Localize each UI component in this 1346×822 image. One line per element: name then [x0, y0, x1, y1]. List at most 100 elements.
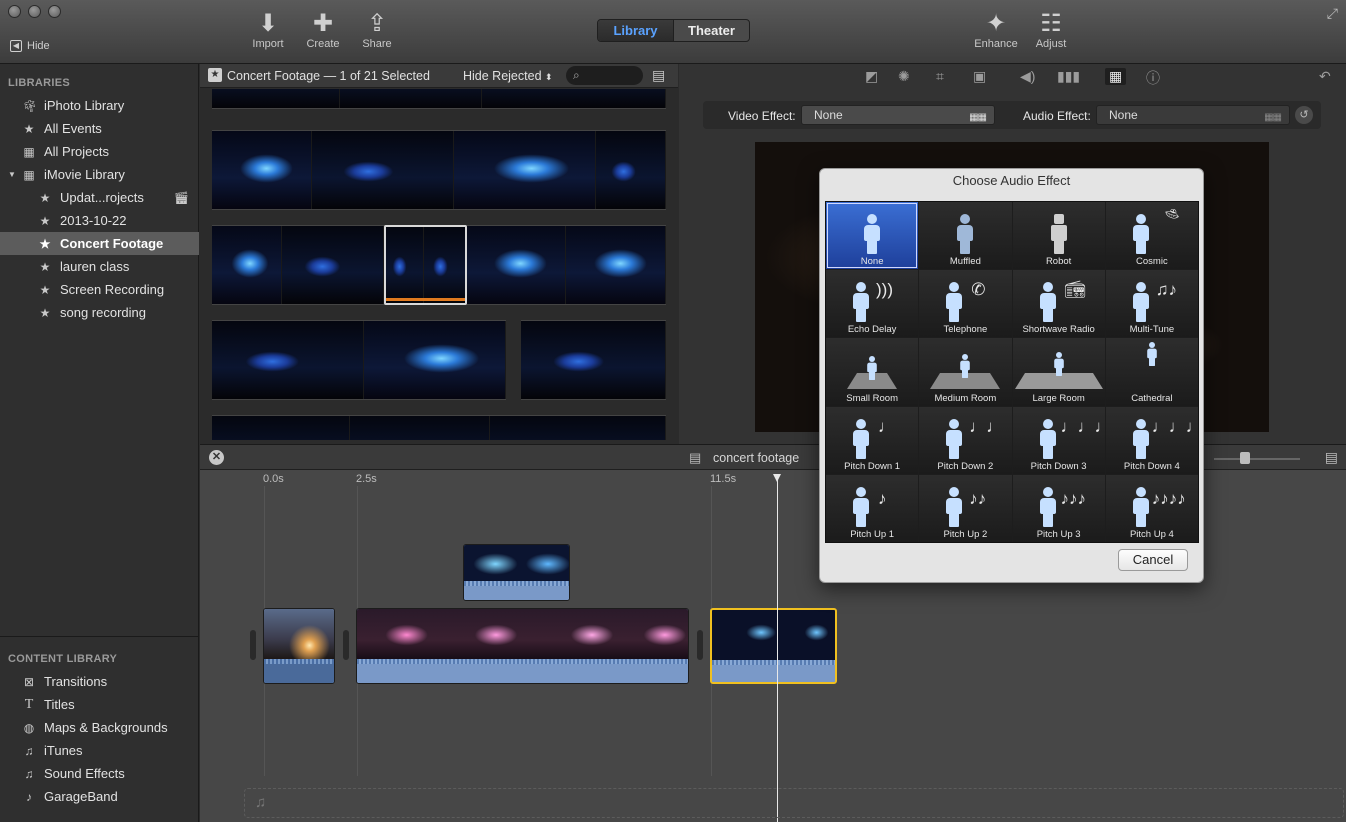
timeline-settings-icon[interactable]: ▤	[1325, 449, 1338, 466]
color-balance-icon[interactable]: ◩	[865, 68, 878, 85]
effect-pitch-up-1[interactable]: ♪ Pitch Up 1	[826, 474, 919, 542]
sidebar-item-garageband[interactable]: ♪ GarageBand	[0, 785, 199, 808]
sidebar-item-song-recording[interactable]: ★ song recording	[0, 301, 199, 324]
zoom-slider-track[interactable]	[1214, 458, 1300, 460]
effect-shortwave-radio[interactable]: 📻︎ Shortwave Radio	[1012, 270, 1105, 338]
effect-small-room[interactable]: Small Room	[826, 338, 919, 406]
color-correction-icon[interactable]: ✺	[898, 68, 910, 85]
sidebar-divider	[0, 636, 199, 637]
person-icon	[851, 486, 871, 529]
close-project-icon[interactable]: ✕	[209, 450, 224, 465]
selected-clip-range[interactable]	[384, 225, 467, 305]
sidebar-item-screen-recording[interactable]: ★ Screen Recording	[0, 278, 199, 301]
zoom-window-button[interactable]	[48, 5, 61, 18]
reset-effect-button[interactable]: ↺	[1295, 106, 1313, 124]
volume-icon[interactable]: ◀)	[1020, 68, 1035, 85]
clip-filmstrip[interactable]	[212, 130, 666, 210]
tab-library[interactable]: Library	[598, 20, 674, 41]
transition-handle[interactable]	[697, 630, 703, 660]
effect-multi-tune[interactable]: ♫♪ Multi-Tune	[1105, 270, 1198, 338]
timeline-clip-selected[interactable]	[710, 608, 837, 684]
import-button[interactable]: ⬇ Import	[238, 10, 298, 50]
fullscreen-icon[interactable]: ⤢	[1327, 5, 1338, 22]
palm-tree-icon: 🌴︎	[22, 98, 38, 113]
sidebar-item-updated-projects[interactable]: ★ Updat...rojects 🎬︎	[0, 186, 199, 209]
sidebar-item-transitions[interactable]: ⊠ Transitions	[0, 670, 199, 693]
close-window-button[interactable]	[8, 5, 21, 18]
clip-filmstrip[interactable]	[212, 89, 666, 109]
info-icon[interactable]: ⓘ	[1146, 68, 1160, 88]
transition-handle[interactable]	[343, 630, 349, 660]
video-effect-picker[interactable]: None ▦▦	[801, 105, 995, 125]
search-field[interactable]: ⌕	[566, 66, 643, 85]
stabilization-icon[interactable]: ▣	[973, 68, 986, 85]
crop-icon[interactable]: ⌗	[936, 68, 944, 85]
effect-muffled[interactable]: Muffled	[919, 202, 1012, 270]
effect-pitch-up-4[interactable]: ♪♪♪♪ Pitch Up 4	[1105, 474, 1198, 542]
sidebar-item-maps-backgrounds[interactable]: ◍ Maps & Backgrounds	[0, 716, 199, 739]
connected-clip[interactable]	[463, 544, 570, 601]
sidebar-item-lauren-class[interactable]: ★ lauren class	[0, 255, 199, 278]
toolbar: ◀ Hide ⬇ Import ✚ Create ⇪ Share Library…	[0, 0, 1346, 64]
sidebar-item-sound-effects[interactable]: ♫ Sound Effects	[0, 762, 199, 785]
sidebar-item-all-events[interactable]: ★ All Events	[0, 117, 199, 140]
sidebar-item-itunes[interactable]: ♫ iTunes	[0, 739, 199, 762]
sidebar-item-iphoto-library[interactable]: 🌴︎ iPhoto Library	[0, 94, 199, 117]
effect-telephone[interactable]: ✆ Telephone	[919, 270, 1012, 338]
sidebar-item-concert-footage[interactable]: ★ Concert Footage	[0, 232, 199, 255]
effect-label: Pitch Up 1	[850, 528, 895, 540]
audio-effect-label: Audio Effect:	[1023, 109, 1091, 123]
playhead[interactable]	[773, 474, 781, 822]
tab-theater[interactable]: Theater	[674, 20, 749, 41]
share-button[interactable]: ⇪ Share	[347, 10, 407, 50]
cancel-button[interactable]: Cancel	[1118, 549, 1188, 571]
clip-filmstrip[interactable]	[212, 415, 666, 440]
effect-pitch-down-1[interactable]: ♩ Pitch Down 1	[826, 406, 919, 474]
clip-filmstrip[interactable]	[521, 320, 666, 400]
muffled-person-icon	[955, 214, 975, 256]
sidebar-item-titles[interactable]: T Titles	[0, 693, 199, 716]
share-icon: ⇪	[366, 10, 388, 37]
event-star-icon: ★	[208, 68, 222, 82]
hide-libraries-button[interactable]: ◀ Hide	[10, 40, 50, 52]
sidebar-item-label: 2013-10-22	[60, 213, 127, 228]
effect-pitch-up-2[interactable]: ♪♪ Pitch Up 2	[919, 474, 1012, 542]
adjust-button[interactable]: ☷ Adjust	[1021, 10, 1081, 50]
timeline-clip-concert[interactable]	[356, 608, 689, 684]
undo-reset-icon[interactable]: ↶	[1319, 68, 1331, 85]
effect-robot[interactable]: Robot	[1012, 202, 1105, 270]
minimize-window-button[interactable]	[28, 5, 41, 18]
effect-large-room[interactable]: Large Room	[1012, 338, 1105, 406]
transition-handle[interactable]	[250, 630, 256, 660]
equalizer-icon[interactable]: ▮▮▮	[1057, 68, 1080, 85]
effect-none[interactable]: None	[826, 202, 919, 270]
sidebar-item-all-projects[interactable]: ▦ All Projects	[0, 140, 199, 163]
sidebar-item-imovie-library[interactable]: ▼ ▦ iMovie Library	[0, 163, 199, 186]
background-music-well[interactable]: ♫	[244, 788, 1344, 818]
music-note-icon: ♫	[255, 794, 267, 811]
person-icon	[1053, 352, 1065, 377]
effect-pitch-down-3[interactable]: ♩♩♩ Pitch Down 3	[1012, 406, 1105, 474]
effect-pitch-up-3[interactable]: ♪♪♪ Pitch Up 3	[1012, 474, 1105, 542]
filmstrip-settings-icon[interactable]: ▤	[652, 67, 665, 84]
clip-filmstrip[interactable]	[212, 320, 506, 400]
effect-cathedral[interactable]: Cathedral	[1105, 338, 1198, 406]
effect-label: Pitch Down 4	[1123, 460, 1180, 472]
effect-pitch-down-2[interactable]: ♩♩ Pitch Down 2	[919, 406, 1012, 474]
audio-effect-picker[interactable]: None ▦▦	[1096, 105, 1290, 125]
effect-pitch-down-4[interactable]: ♩♩♩♩ Pitch Down 4	[1105, 406, 1198, 474]
filter-popup[interactable]: Hide Rejected ⬍	[463, 69, 553, 83]
enhance-button[interactable]: ✦ Enhance	[966, 10, 1026, 50]
disclosure-triangle-icon[interactable]: ▼	[8, 168, 16, 182]
sidebar-item-2013-10-22[interactable]: ★ 2013-10-22	[0, 209, 199, 232]
zoom-slider-knob[interactable]	[1240, 452, 1250, 464]
project-film-icon: ▤	[689, 450, 702, 465]
timeline-clip-sunset[interactable]	[263, 608, 335, 684]
pitch-down-icon: ♩♩♩	[1060, 416, 1105, 436]
effect-echo-delay[interactable]: ))) Echo Delay	[826, 270, 919, 338]
effect-medium-room[interactable]: Medium Room	[919, 338, 1012, 406]
clip-filter-audio-effects-icon[interactable]: ▦	[1105, 68, 1127, 85]
effect-cosmic[interactable]: 🛸︎ Cosmic	[1105, 202, 1198, 270]
effect-label: Medium Room	[934, 392, 997, 404]
create-button[interactable]: ✚ Create	[293, 10, 353, 50]
